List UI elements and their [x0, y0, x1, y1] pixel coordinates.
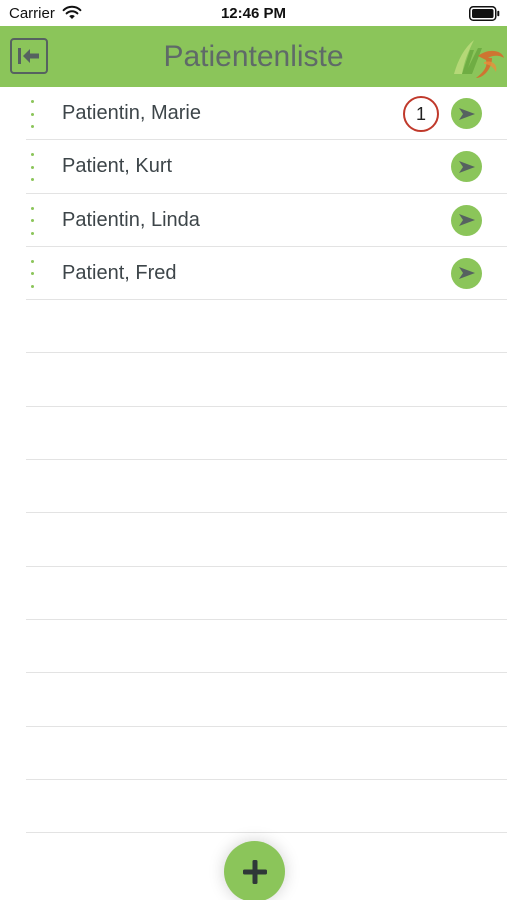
patient-list: Patientin, Marie 1 Patient, Kurt Patient… [0, 87, 507, 834]
plus-icon [242, 859, 267, 884]
open-patient-button[interactable] [451, 98, 482, 129]
open-patient-button[interactable] [451, 151, 482, 183]
open-patient-button[interactable] [451, 204, 482, 236]
empty-row [0, 353, 507, 408]
row-menu-icon[interactable] [24, 153, 40, 182]
row-menu-icon[interactable] [24, 206, 40, 235]
add-patient-button[interactable] [224, 841, 285, 900]
patient-row[interactable]: Patientin, Marie 1 [0, 87, 507, 141]
row-menu-icon[interactable] [24, 100, 40, 128]
send-arrow-icon [458, 267, 475, 280]
empty-row [0, 673, 507, 727]
empty-row [0, 513, 507, 567]
row-menu-icon[interactable] [24, 259, 40, 288]
send-arrow-icon [458, 214, 475, 227]
empty-row [0, 727, 507, 781]
patient-row[interactable]: Patient, Fred [0, 247, 507, 301]
app-header: Patientenliste [0, 26, 507, 87]
empty-row [0, 567, 507, 621]
status-bar: Carrier 12:46 PM [0, 0, 507, 26]
app-logo [454, 40, 504, 78]
send-arrow-icon [458, 160, 475, 173]
page-title: Patientenliste [163, 40, 344, 73]
empty-row [0, 407, 507, 461]
patient-name: Patient, Fred [62, 261, 177, 284]
patient-row[interactable]: Patient, Kurt [0, 140, 507, 194]
patient-name: Patient, Kurt [62, 155, 173, 178]
battery-icon [469, 6, 500, 21]
empty-row [0, 780, 507, 834]
empty-row [0, 460, 507, 514]
patient-name: Patientin, Linda [62, 208, 200, 231]
patient-name: Patientin, Marie [62, 102, 201, 124]
count-badge: 1 [403, 96, 439, 132]
open-patient-button[interactable] [451, 257, 482, 289]
send-arrow-icon [458, 107, 475, 120]
patient-row[interactable]: Patientin, Linda [0, 194, 507, 248]
clock: 12:46 PM [220, 5, 287, 22]
empty-row [0, 620, 507, 674]
empty-row [0, 300, 507, 354]
